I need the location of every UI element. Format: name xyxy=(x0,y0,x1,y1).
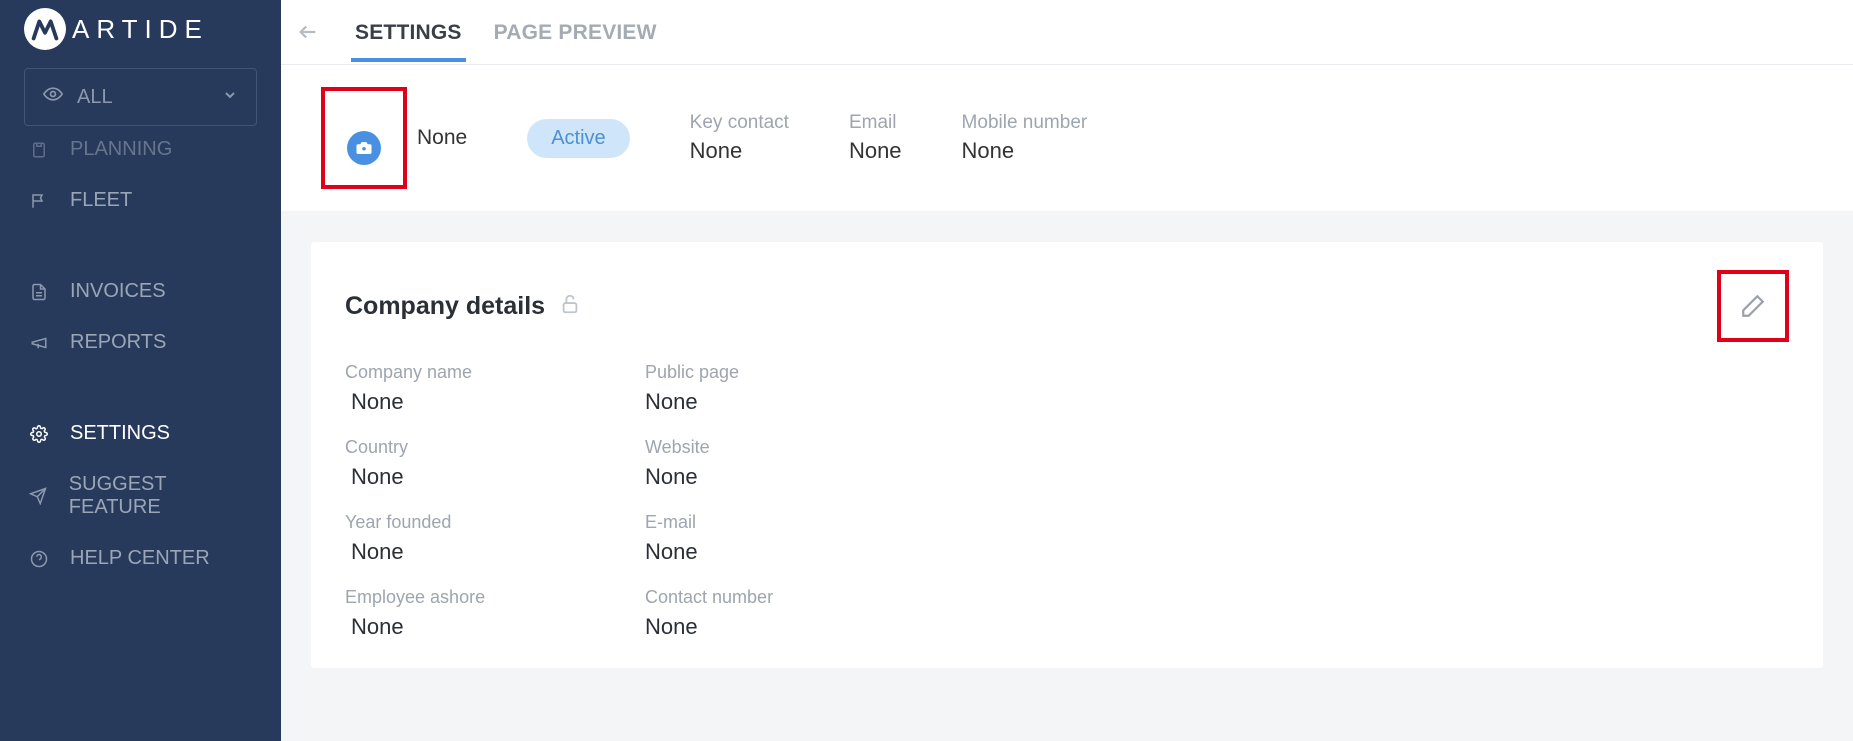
field-country: Country None xyxy=(345,437,645,490)
chevron-down-icon xyxy=(222,86,238,109)
field-label: Company name xyxy=(345,362,645,383)
edit-button[interactable] xyxy=(1717,270,1789,342)
sidebar-item-suggest-feature[interactable]: SUGGEST FEATURE xyxy=(0,459,281,533)
sidebar-item-label: HELP CENTER xyxy=(70,547,210,570)
gear-icon xyxy=(28,425,50,443)
nav-group-bottom: SETTINGS SUGGEST FEATURE HELP CENTER xyxy=(0,404,281,584)
status-badge: Active xyxy=(527,119,629,158)
field-label: Employee ashore xyxy=(345,587,645,608)
company-details-card: Company details Company name None Public… xyxy=(311,242,1823,668)
logo: ARTIDE xyxy=(0,8,281,68)
camera-icon xyxy=(347,131,381,165)
megaphone-icon xyxy=(28,334,50,352)
send-icon xyxy=(28,487,49,505)
sidebar-item-label: REPORTS xyxy=(70,331,166,354)
summary-email: Email None xyxy=(849,112,902,164)
field-value: None xyxy=(645,539,945,565)
field-email: E-mail None xyxy=(645,512,945,565)
field-label: E-mail xyxy=(645,512,945,533)
view-selector-label: ALL xyxy=(77,86,113,109)
sidebar-item-label: SUGGEST FEATURE xyxy=(69,473,253,519)
sidebar-item-planning[interactable]: PLANNING xyxy=(0,134,281,175)
nav-group-top: PLANNING FLEET xyxy=(0,130,281,226)
summary-field-value: None xyxy=(690,138,789,164)
field-value: None xyxy=(345,539,645,565)
help-icon xyxy=(28,550,50,568)
logo-mark-icon xyxy=(24,8,66,50)
field-value: None xyxy=(345,464,645,490)
summary-bar: None Active Key contact None Email None … xyxy=(281,65,1853,212)
field-label: Public page xyxy=(645,362,945,383)
tab-page-preview[interactable]: PAGE PREVIEW xyxy=(490,3,661,61)
sidebar: ARTIDE ALL PLANNING FLEET xyxy=(0,0,281,741)
file-icon xyxy=(28,283,50,301)
summary-field-label: Mobile number xyxy=(962,112,1088,134)
field-label: Country xyxy=(345,437,645,458)
detail-grid: Company name None Public page None Count… xyxy=(345,362,1789,640)
pencil-icon xyxy=(1740,293,1766,319)
avatar-upload[interactable] xyxy=(321,87,407,189)
sidebar-item-label: INVOICES xyxy=(70,280,166,303)
field-company-name: Company name None xyxy=(345,362,645,415)
logo-text: ARTIDE xyxy=(72,14,209,45)
summary-key-contact: Key contact None xyxy=(690,112,789,164)
sidebar-item-settings[interactable]: SETTINGS xyxy=(0,408,281,459)
field-value: None xyxy=(345,389,645,415)
field-value: None xyxy=(345,614,645,640)
sidebar-item-label: PLANNING xyxy=(70,138,172,161)
field-label: Contact number xyxy=(645,587,945,608)
summary-mobile: Mobile number None xyxy=(962,112,1088,164)
sidebar-item-fleet[interactable]: FLEET xyxy=(0,175,281,226)
field-public-page: Public page None xyxy=(645,362,945,415)
field-year-founded: Year founded None xyxy=(345,512,645,565)
field-employee-ashore: Employee ashore None xyxy=(345,587,645,640)
content-area: Company details Company name None Public… xyxy=(281,212,1853,741)
field-contact-number: Contact number None xyxy=(645,587,945,640)
company-name-display: None xyxy=(417,126,467,150)
tab-settings[interactable]: SETTINGS xyxy=(351,3,466,61)
summary-field-value: None xyxy=(962,138,1088,164)
summary-field-value: None xyxy=(849,138,902,164)
sidebar-item-invoices[interactable]: INVOICES xyxy=(0,266,281,317)
field-website: Website None xyxy=(645,437,945,490)
field-label: Year founded xyxy=(345,512,645,533)
summary-field-label: Key contact xyxy=(690,112,789,134)
sidebar-item-help-center[interactable]: HELP CENTER xyxy=(0,533,281,584)
field-value: None xyxy=(645,464,945,490)
view-selector[interactable]: ALL xyxy=(24,68,257,126)
field-value: None xyxy=(645,614,945,640)
back-button[interactable] xyxy=(295,19,321,45)
clipboard-icon xyxy=(28,141,50,159)
field-value: None xyxy=(645,389,945,415)
sidebar-item-label: SETTINGS xyxy=(70,422,170,445)
flag-icon xyxy=(28,192,50,210)
sidebar-item-label: FLEET xyxy=(70,189,132,212)
eye-icon xyxy=(43,84,63,110)
nav-group-mid: INVOICES REPORTS xyxy=(0,262,281,368)
summary-field-label: Email xyxy=(849,112,902,134)
lock-open-icon xyxy=(559,293,581,320)
sidebar-item-reports[interactable]: REPORTS xyxy=(0,317,281,368)
field-label: Website xyxy=(645,437,945,458)
tabs: SETTINGS PAGE PREVIEW xyxy=(281,0,1853,65)
main: SETTINGS PAGE PREVIEW None Active Key co… xyxy=(281,0,1853,741)
card-title: Company details xyxy=(345,292,545,321)
